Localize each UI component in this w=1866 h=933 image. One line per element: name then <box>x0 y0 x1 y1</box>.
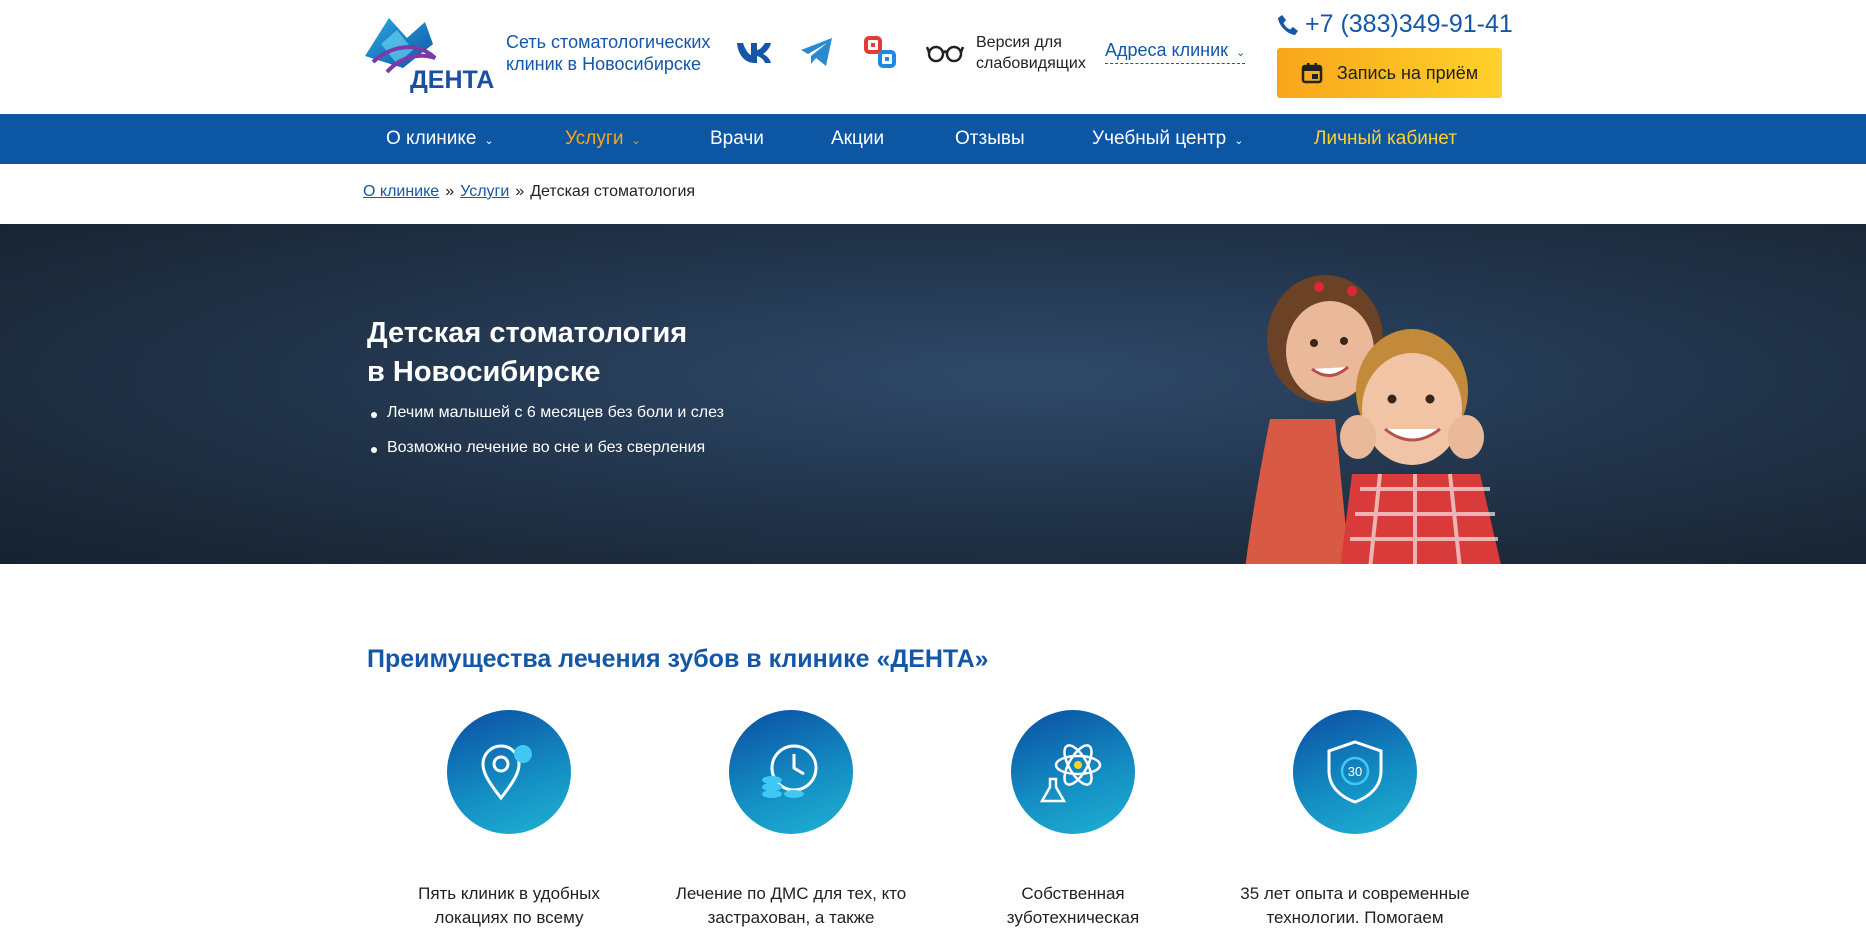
nav-item-promotions[interactable]: Акции <box>831 114 884 164</box>
advantage-text-line: технологии. Помогаем <box>1266 908 1444 927</box>
advantage-text-line: Собственная <box>1021 884 1125 903</box>
shield-badge-text: 30 <box>1348 764 1362 779</box>
advantage-text: 35 лет опыта и современные технологии. П… <box>1230 882 1480 930</box>
nav-item-label: Акции <box>831 128 885 149</box>
page-title: Детская стоматология в Новосибирске <box>367 314 867 392</box>
breadcrumb-link-about[interactable]: О клинике <box>363 183 439 200</box>
advantages-title: Преимущества лечения зубов в клинике «ДЕ… <box>367 645 989 673</box>
advantage-text-line: Лечение по ДМС для тех, кто <box>675 884 907 903</box>
nav-item-label: Отзывы <box>955 128 1025 149</box>
advantage-text: Пять клиник в удобных локациях по всему <box>384 882 634 930</box>
hero-bullet: Возможно лечение во сне и без сверления <box>367 439 724 457</box>
logo-text: ДЕНТА <box>410 66 495 94</box>
hero-banner: Детская стоматология в Новосибирске Лечи… <box>0 224 1866 564</box>
telegram-icon <box>801 38 832 66</box>
nav-item-services[interactable]: Услуги ⌄ <box>565 114 641 164</box>
breadcrumb-separator: » <box>515 183 525 200</box>
telegram-link[interactable] <box>797 34 837 70</box>
hero-bullet: Лечим малышей с 6 месяцев без боли и сле… <box>367 404 724 422</box>
advantage-icon-circle <box>729 710 853 834</box>
phone-number: +7 (383)349-91-41 <box>1305 10 1513 38</box>
chevron-down-icon: ⌄ <box>631 135 641 147</box>
shield-30-icon: 30 <box>1327 740 1383 804</box>
clinic-addresses-dropdown[interactable]: Адреса клиник ⌄ <box>1105 40 1246 64</box>
advantage-text: Собственная зуботехническая <box>948 882 1198 930</box>
advantage-text-line: Пять клиник в удобных <box>418 884 600 903</box>
vk-icon <box>737 43 771 63</box>
breadcrumb-current: Детская стоматология <box>530 183 696 200</box>
rutube-link[interactable] <box>860 34 900 70</box>
low-vision-label: Версия для слабовидящих <box>976 34 1086 72</box>
advantage-icon-circle: 30 <box>1293 710 1417 834</box>
vk-link[interactable] <box>733 34 773 70</box>
clock-coins-icon <box>762 744 818 798</box>
advantage-text: Лечение по ДМС для тех, кто застрахован,… <box>666 882 916 930</box>
calendar-icon <box>1301 63 1323 84</box>
clinic-addresses-label: Адреса клиник <box>1105 40 1229 60</box>
nav-item-label: О клинике <box>386 128 477 149</box>
advantage-text-line: локациях по всему <box>434 908 584 927</box>
nav-item-label: Учебный центр <box>1092 128 1227 149</box>
phone-icon <box>1278 14 1298 35</box>
nav-item-training-center[interactable]: Учебный центр ⌄ <box>1092 114 1243 164</box>
phone-link[interactable]: +7 (383)349-91-41 <box>1277 10 1513 39</box>
nav-item-label: Услуги <box>565 128 624 149</box>
advantage-text-line: зуботехническая <box>1006 908 1140 927</box>
breadcrumb: О клинике » Услуги » Детская стоматология <box>363 183 695 201</box>
advantage-text-line: застрахован, а также <box>707 908 875 927</box>
low-vision-toggle[interactable]: Версия для слабовидящих <box>926 32 1096 74</box>
atom-flask-icon <box>1040 744 1102 803</box>
advantage-item: Лечение по ДМС для тех, кто застрахован,… <box>666 710 916 930</box>
hero-bullets: Лечим малышей с 6 месяцев без боли и сле… <box>367 404 724 474</box>
nav-item-label: Личный кабинет <box>1314 128 1457 149</box>
glasses-icon <box>926 45 964 63</box>
rutube-icon <box>864 36 896 68</box>
nav-item-doctors[interactable]: Врачи <box>710 114 764 164</box>
book-appointment-button[interactable]: Запись на приём <box>1277 48 1502 98</box>
nav-item-reviews[interactable]: Отзывы <box>955 114 1025 164</box>
nav-item-personal-account[interactable]: Личный кабинет <box>1314 114 1457 164</box>
breadcrumb-link-services[interactable]: Услуги <box>460 183 509 200</box>
chevron-down-icon: ⌄ <box>1236 47 1246 59</box>
nav-item-label: Врачи <box>710 128 764 149</box>
location-pin-icon <box>481 744 532 801</box>
page-title-line: в Новосибирске <box>367 356 601 388</box>
advantage-icon-circle <box>447 710 571 834</box>
denta-logo[interactable]: ДЕНТА <box>363 14 499 94</box>
site-header: ДЕНТА Сеть стоматологических клиник в Но… <box>0 0 1866 114</box>
advantage-item: Пять клиник в удобных локациях по всему <box>384 710 634 930</box>
advantage-icon-circle <box>1011 710 1135 834</box>
smiling-children-image <box>1245 275 1501 564</box>
breadcrumb-separator: » <box>445 183 455 200</box>
main-nav: О клинике ⌄ Услуги ⌄ Врачи Акции Отзывы Уч… <box>0 114 1866 164</box>
nav-item-about[interactable]: О клинике ⌄ <box>386 114 494 164</box>
book-appointment-label: Запись на приём <box>1336 62 1479 83</box>
advantage-item: 30 35 лет опыта и современные технологии… <box>1230 710 1480 930</box>
chevron-down-icon: ⌄ <box>1234 135 1244 147</box>
site-tagline: Сеть стоматологических клиник в Новосиби… <box>506 32 711 74</box>
advantage-item: Собственная зуботехническая <box>948 710 1198 930</box>
page-title-line: Детская стоматология <box>367 317 688 349</box>
advantage-text-line: 35 лет опыта и современные <box>1240 884 1470 903</box>
chevron-down-icon: ⌄ <box>484 135 494 147</box>
